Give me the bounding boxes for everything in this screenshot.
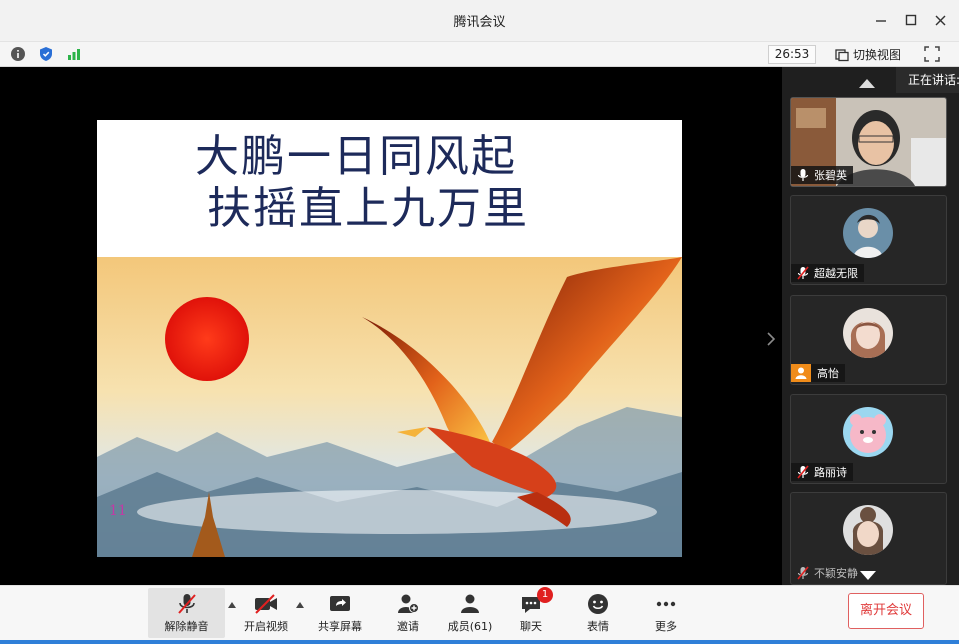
fullscreen-icon[interactable]: [924, 46, 940, 62]
more-button[interactable]: 更多: [643, 588, 689, 638]
minimize-icon[interactable]: [871, 10, 893, 32]
members-icon: [461, 594, 479, 613]
start-video-button[interactable]: 开启视频: [238, 588, 294, 638]
emoji-label: 表情: [587, 620, 609, 633]
slide-page-number: 11: [109, 503, 127, 519]
shared-screen-stage: 大鹏一日同风起 扶摇直上九万里 11: [0, 67, 782, 585]
emoji-button[interactable]: 表情: [575, 588, 621, 638]
app-title: 腾讯会议: [453, 15, 506, 30]
meeting-timer: 26:53: [768, 45, 816, 64]
avatar: [843, 407, 893, 457]
participant-panel: 正在讲话: 张碧英 超越无限 高怡 路丽诗 不颖安静: [782, 67, 959, 585]
start-video-label: 开启视频: [244, 620, 288, 633]
shield-icon[interactable]: [38, 46, 54, 62]
switch-view-button[interactable]: 切换视图: [835, 45, 901, 64]
mic-muted-icon: [797, 465, 809, 479]
presentation-slide: 大鹏一日同风起 扶摇直上九万里 11: [97, 120, 682, 557]
participant-label: 张碧英: [791, 166, 853, 184]
caret-up-icon[interactable]: [295, 600, 305, 610]
avatar: [843, 208, 893, 258]
switch-view-label: 切换视图: [853, 48, 902, 62]
participant-tile[interactable]: 超越无限: [790, 195, 947, 285]
share-screen-button[interactable]: 共享屏幕: [312, 588, 368, 638]
chevron-right-icon[interactable]: [764, 331, 778, 347]
signal-icon[interactable]: [66, 46, 82, 62]
participant-tile[interactable]: 高怡: [790, 295, 947, 385]
chat-label: 聊天: [520, 620, 542, 633]
members-button[interactable]: 成员(61): [440, 588, 500, 638]
invite-label: 邀请: [397, 620, 419, 633]
participant-label: 超越无限: [791, 264, 864, 282]
participant-name: 路丽诗: [814, 466, 847, 479]
mic-muted-icon: [177, 594, 196, 614]
participant-label: 路丽诗: [791, 463, 853, 481]
speaking-indicator: 正在讲话:: [896, 67, 959, 93]
info-icon[interactable]: [10, 46, 26, 62]
leave-meeting-button[interactable]: 离开会议: [848, 593, 924, 629]
maximize-icon[interactable]: [901, 10, 923, 32]
share-screen-icon: [330, 596, 350, 611]
participant-label: 高怡: [791, 364, 845, 382]
mic-muted-icon: [797, 266, 809, 280]
participant-name: 张碧英: [814, 169, 847, 182]
bottom-strip: [0, 640, 959, 644]
title-bar: 腾讯会议: [0, 0, 959, 41]
switch-view-icon: [835, 48, 849, 61]
mic-icon: [797, 169, 809, 181]
video-off-icon: [255, 594, 277, 614]
participant-label: 不颖安静: [791, 564, 864, 582]
slide-title-line-2: 扶摇直上九万里: [207, 183, 529, 234]
scroll-down-icon[interactable]: [859, 570, 877, 582]
emoji-icon: [588, 594, 608, 614]
status-bar: 26:53 切换视图: [0, 41, 959, 67]
share-screen-label: 共享屏幕: [318, 620, 362, 633]
chat-button[interactable]: 聊天 1: [508, 587, 554, 638]
participant-name: 不颖安静: [814, 567, 858, 580]
more-icon: [656, 601, 676, 607]
unread-badge: 1: [537, 587, 553, 603]
mic-muted-icon: [797, 566, 809, 580]
close-icon[interactable]: [930, 10, 952, 32]
add-user-icon: [398, 594, 419, 613]
participant-name: 超越无限: [814, 267, 858, 280]
invite-button[interactable]: 邀请: [385, 588, 431, 638]
phoenix-sunset-image: 11: [97, 257, 682, 557]
participant-tile[interactable]: 路丽诗: [790, 394, 947, 484]
caret-up-icon[interactable]: [227, 600, 237, 610]
more-label: 更多: [655, 620, 677, 633]
meeting-toolbar: 解除静音 开启视频 共享屏幕 邀请 成员(61) 聊天 1 表情 更多 离开会议: [0, 585, 959, 640]
avatar: [843, 505, 893, 555]
avatar: [843, 308, 893, 358]
scroll-up-icon[interactable]: [858, 77, 876, 89]
person-icon: [791, 364, 811, 382]
participant-name: 高怡: [817, 367, 839, 380]
participant-tile[interactable]: 张碧英: [790, 97, 947, 187]
unmute-label: 解除静音: [164, 620, 209, 633]
members-label: 成员(61): [447, 620, 493, 633]
unmute-button[interactable]: 解除静音: [148, 588, 225, 638]
